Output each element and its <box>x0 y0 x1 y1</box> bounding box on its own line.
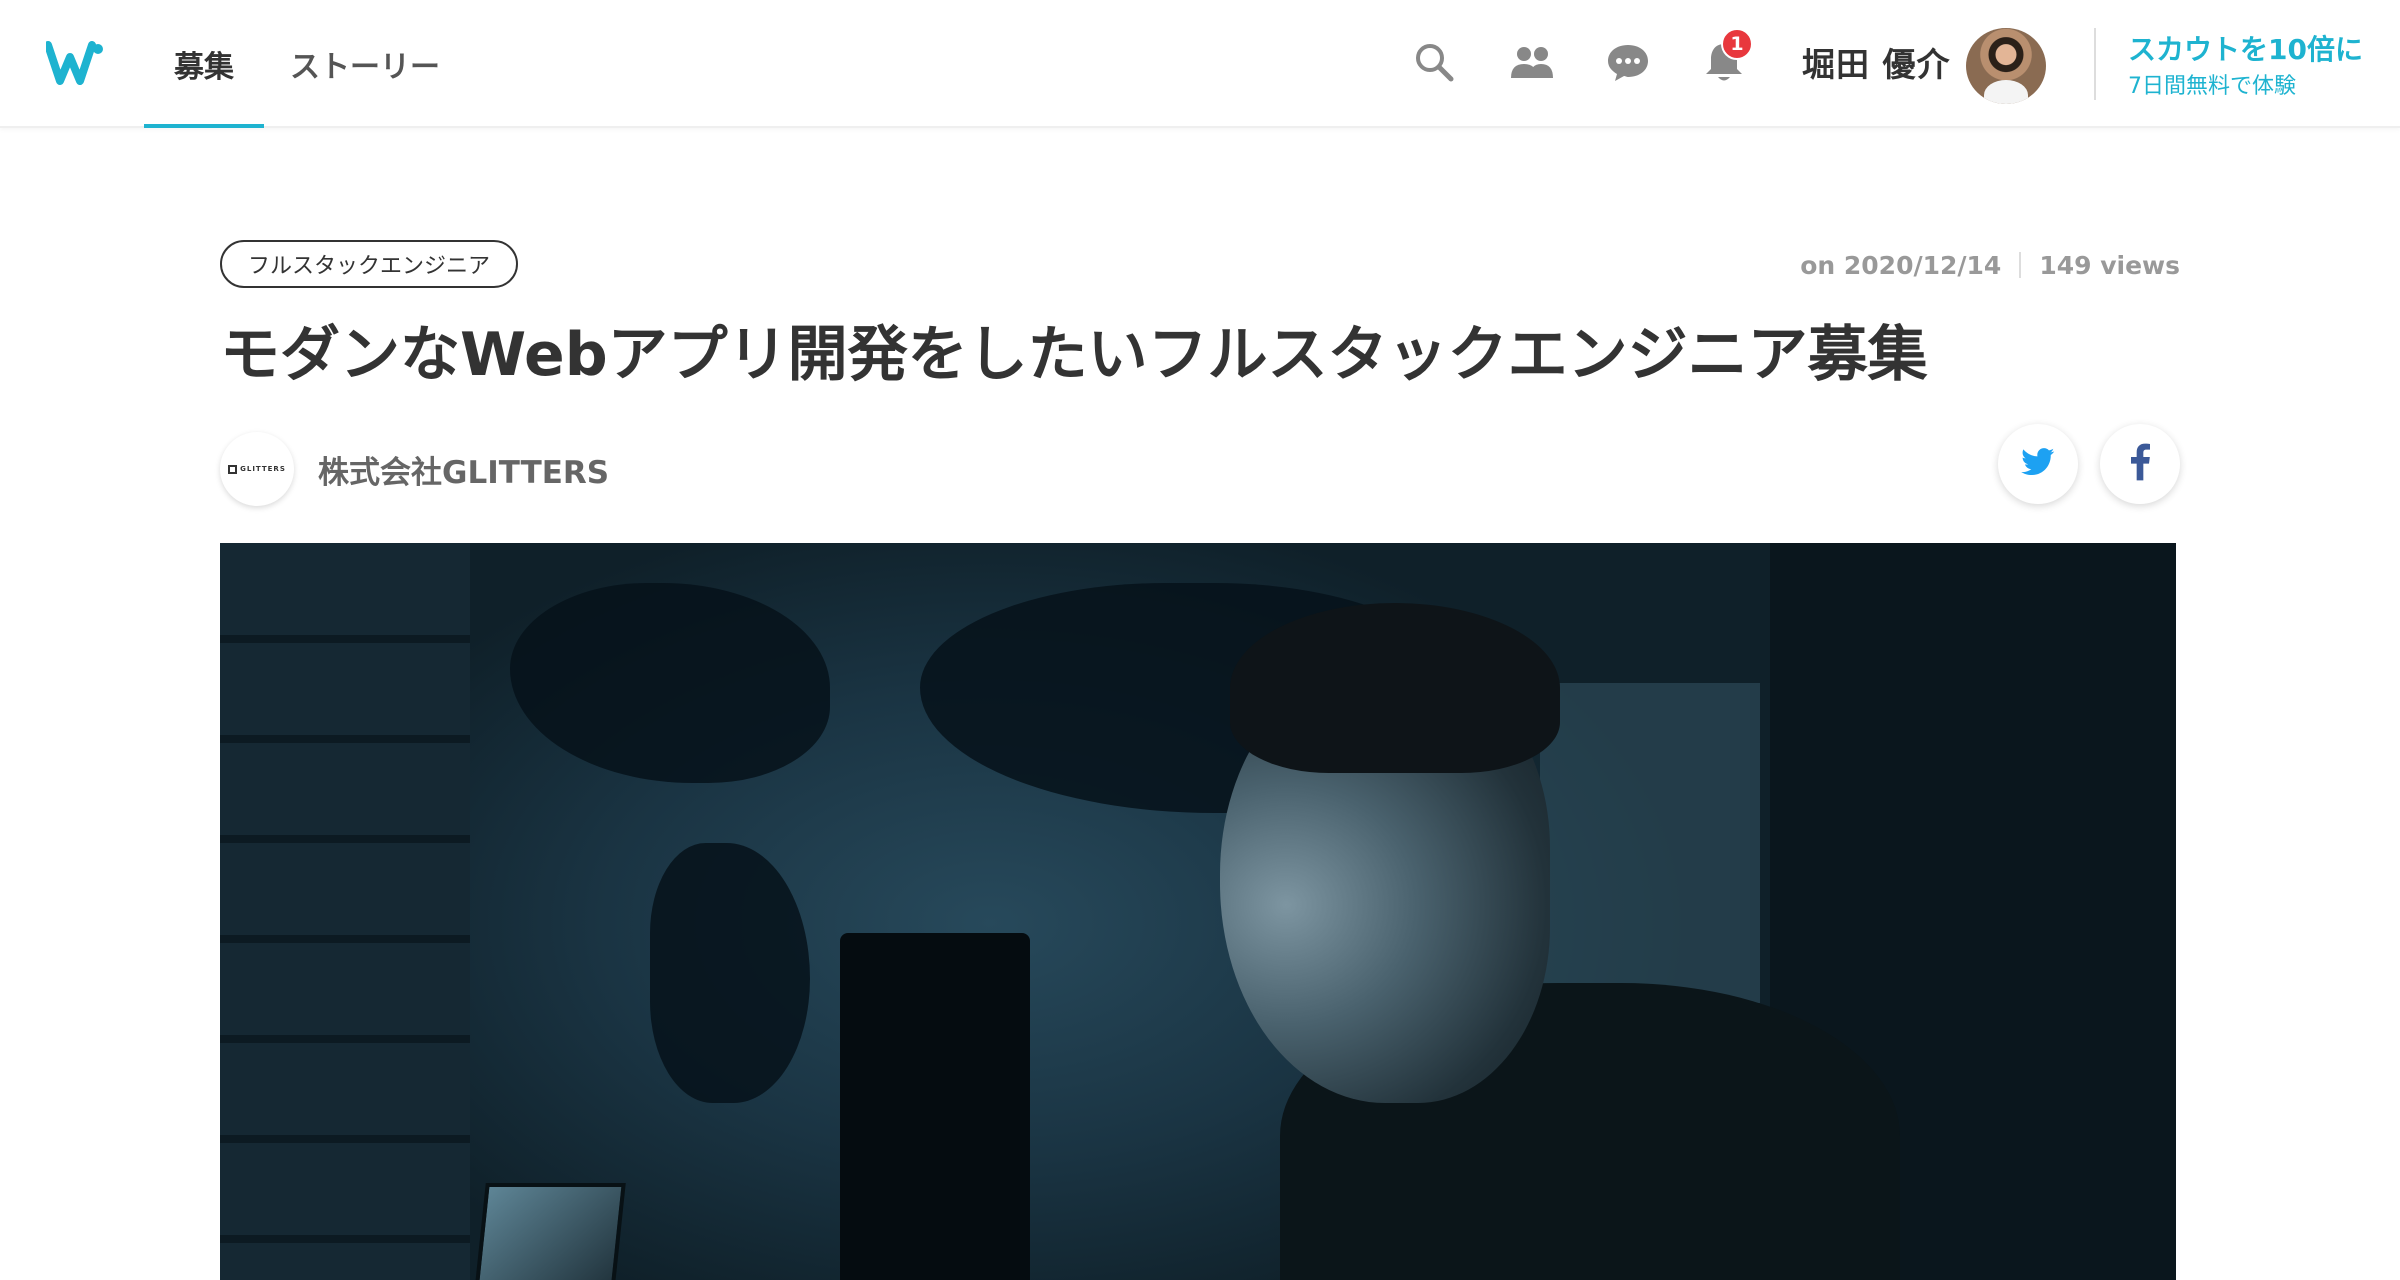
user-avatar[interactable] <box>1966 28 2046 104</box>
tab-recruitment[interactable]: 募集 <box>144 0 264 128</box>
facebook-icon <box>2130 443 2150 485</box>
company-logo[interactable]: GLITTERS <box>220 432 294 506</box>
twitter-icon <box>2021 448 2055 480</box>
scout-promo-subtext[interactable]: 7日間無料で体験 <box>2128 68 2296 100</box>
photo-person-hair <box>1230 603 1560 773</box>
job-category-tag-label: フルスタックエンジニア <box>248 254 491 279</box>
page-title: モダンなWebアプリ開発をしたいフルスタックエンジニア募集 <box>220 320 1928 390</box>
meta-divider <box>2019 252 2022 278</box>
search-icon[interactable] <box>1410 38 1458 86</box>
header-divider <box>2094 28 2096 100</box>
twitter-share-button[interactable] <box>1998 424 2078 504</box>
photo-wall-paper <box>1540 683 1760 1003</box>
tab-stories-label: ストーリー <box>290 50 440 85</box>
photo-plant-pot <box>840 933 1030 1280</box>
hero-photo <box>220 543 2176 1280</box>
post-views: 149 views <box>2039 250 2180 280</box>
top-navbar: 募集 ストーリー 1 堀田 優介 スカウトを10倍に 7日間無料で体験 <box>0 0 2400 128</box>
company-name-link[interactable]: 株式会社GLITTERS <box>318 444 609 494</box>
post-date: on 2020/12/14 <box>1800 250 2002 280</box>
wantedly-logo-icon[interactable] <box>44 38 108 88</box>
chat-icon[interactable] <box>1604 38 1652 86</box>
post-meta: on 2020/12/14 149 views <box>1800 248 2180 282</box>
tab-stories[interactable]: ストーリー <box>280 0 450 128</box>
photo-laptop-screen <box>474 1183 626 1280</box>
company-logo-mark <box>228 464 238 474</box>
people-icon[interactable] <box>1508 38 1556 86</box>
scout-promo-link[interactable]: スカウトを10倍に <box>2128 28 2363 68</box>
notification-badge: 1 <box>1721 28 1753 60</box>
job-category-tag[interactable]: フルスタックエンジニア <box>220 240 519 288</box>
photo-bookshelf <box>220 543 470 1280</box>
company-logo-text: GLITTERS <box>240 465 286 473</box>
user-name[interactable]: 堀田 優介 <box>1802 40 1951 84</box>
tab-recruitment-label: 募集 <box>174 50 234 85</box>
avatar-shirt <box>1984 80 2028 104</box>
facebook-share-button[interactable] <box>2100 424 2180 504</box>
